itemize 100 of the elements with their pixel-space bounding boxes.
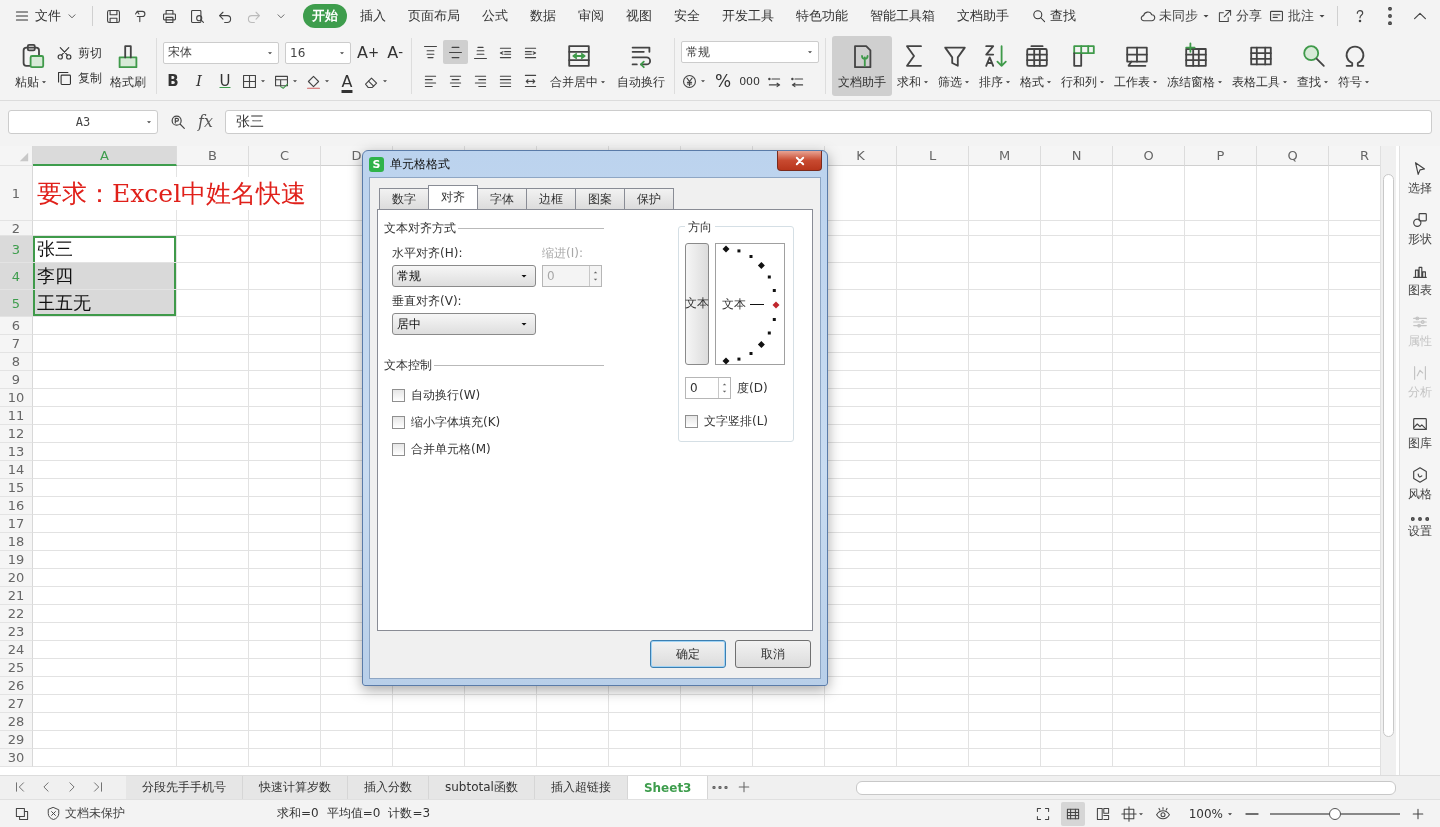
ribbon-tab[interactable]: 数据 [521,4,565,28]
sheet-tab[interactable]: 插入超链接 [534,776,628,799]
row-header[interactable]: 27 [0,695,33,713]
row-header[interactable]: 26 [0,677,33,695]
sheet-tab[interactable]: 插入分数 [348,776,429,799]
ribbon-tool-button[interactable]: 行和列 [1058,36,1110,96]
ribbon-tool-button[interactable]: 工作表 [1111,36,1163,96]
row-header[interactable]: 23 [0,623,33,641]
italic-button[interactable]: I [189,72,209,90]
row-header[interactable]: 11 [0,407,33,425]
sheet-tab[interactable]: 分段先手手机号 [126,776,243,799]
row-header[interactable]: 14 [0,461,33,479]
sync-button[interactable]: 未同步 [1139,7,1211,25]
ribbon-tab[interactable]: 页面布局 [399,4,469,28]
merge-center-button[interactable]: 合并居中 [547,36,611,96]
wrap-text-button[interactable]: 自动换行 [614,36,669,96]
row-header[interactable]: 22 [0,605,33,623]
borders-button[interactable] [241,72,267,90]
sidebar-item[interactable]: 图库 [1408,415,1432,452]
search-button[interactable]: 查找 [1022,4,1085,28]
vertical-align-dropdown[interactable]: 居中 [392,313,536,335]
degrees-spinbox[interactable]: 0 [685,377,731,399]
row-header[interactable]: 30 [0,749,33,767]
zoom-level-button[interactable]: 100% [1188,806,1234,821]
share-button[interactable]: 分享 [1217,7,1262,25]
sidebar-item[interactable]: 选择 [1408,160,1432,197]
slider-thumb[interactable] [1329,807,1341,820]
column-header[interactable]: B [177,146,249,166]
comment-button[interactable]: 批注 [1268,7,1327,25]
row-header[interactable]: 15 [0,479,33,497]
format-painter-button[interactable]: 格式刷 [106,36,150,96]
normal-view-button[interactable] [1060,801,1085,826]
close-button[interactable] [777,151,822,171]
checkbox[interactable] [685,415,698,428]
row-header[interactable]: 1 [0,166,33,221]
percent-button[interactable]: % [713,71,734,91]
sidebar-item[interactable]: 图表 [1408,262,1432,299]
column-header[interactable]: L [897,146,969,166]
row-header[interactable]: 25 [0,659,33,677]
column-header[interactable]: P [1185,146,1257,166]
ribbon-tab[interactable]: 视图 [617,4,661,28]
sheet-tab[interactable]: subtotal函数 [429,776,535,799]
ribbon-tab[interactable]: 文档助手 [948,4,1018,28]
font-size-field[interactable]: 16 [285,41,351,64]
row-header[interactable]: 13 [0,443,33,461]
ribbon-tab[interactable]: 插入 [351,4,395,28]
dialog-button[interactable]: 取消 [735,640,811,668]
ribbon-tab[interactable]: 安全 [665,4,709,28]
ribbon-tool-button[interactable]: 查找 [1294,36,1334,96]
formula-field[interactable]: 张三 [224,109,1432,134]
dialog-tab[interactable]: 图案 [575,188,625,209]
column-header[interactable]: O [1113,146,1185,166]
dialog-tab[interactable]: 保护 [624,188,674,209]
row-header[interactable]: 2 [0,221,33,236]
column-header[interactable]: N [1041,146,1113,166]
vertical-scrollbar[interactable] [1380,146,1396,775]
sheet-tab[interactable]: 快速计算岁数 [243,776,348,799]
vertical-text-button[interactable]: 文本 [685,243,709,365]
column-header[interactable]: Q [1257,146,1329,166]
ribbon-tab[interactable]: 智能工具箱 [861,4,944,28]
function-label[interactable]: fx [198,112,213,131]
ribbon-tool-button[interactable]: 符号 [1335,36,1375,96]
column-header[interactable]: M [969,146,1041,166]
row-header[interactable]: 8 [0,353,33,371]
copy-button[interactable]: 复制 [56,70,102,87]
column-header[interactable]: R [1329,146,1380,166]
sidebar-item[interactable]: 风格 [1408,466,1432,503]
ribbon-tool-button[interactable]: 格式 [1017,36,1057,96]
sidebar-item[interactable]: 形状 [1408,211,1432,248]
align-middle-button[interactable] [443,40,469,64]
dialog-button[interactable]: 确定 [650,640,726,668]
cut-button[interactable]: 剪切 [56,45,102,62]
orientation-dial[interactable]: 文本 [715,243,785,365]
checkbox[interactable] [392,443,405,456]
row-header[interactable]: 24 [0,641,33,659]
ribbon-tab[interactable]: 公式 [473,4,517,28]
dialog-tab[interactable]: 字体 [477,188,527,209]
file-menu[interactable]: 文件 [8,3,84,29]
sidebar-item[interactable]: 设置 [1408,517,1432,540]
row-header[interactable]: 19 [0,551,33,569]
row-header[interactable]: 10 [0,389,33,407]
row-header[interactable]: 28 [0,713,33,731]
row-header[interactable]: 17 [0,515,33,533]
number-format-field[interactable]: 常规 [681,41,820,63]
ribbon-tab[interactable]: 开发工具 [713,4,783,28]
row-header[interactable]: 12 [0,425,33,443]
ribbon-tool-button[interactable]: 冻结窗格 [1164,36,1228,96]
ribbon-tab[interactable]: 特色功能 [787,4,857,28]
ribbon-tool-button[interactable]: 排序 [976,36,1016,96]
font-name-field[interactable]: 宋体 [163,41,279,64]
name-box[interactable]: A3 [8,109,158,134]
ribbon-tool-button[interactable]: 求和 [894,36,934,96]
ribbon-tool-button[interactable]: 文档助手 [832,36,893,96]
dialog-tab[interactable]: 边框 [526,188,576,209]
row-header[interactable]: 18 [0,533,33,551]
dialog-tab[interactable]: 对齐 [428,185,478,209]
thousands-button[interactable]: 000 [739,74,761,88]
column-header[interactable]: K [825,146,897,166]
checkbox[interactable] [392,416,405,429]
dialog-tab[interactable]: 数字 [379,188,429,209]
